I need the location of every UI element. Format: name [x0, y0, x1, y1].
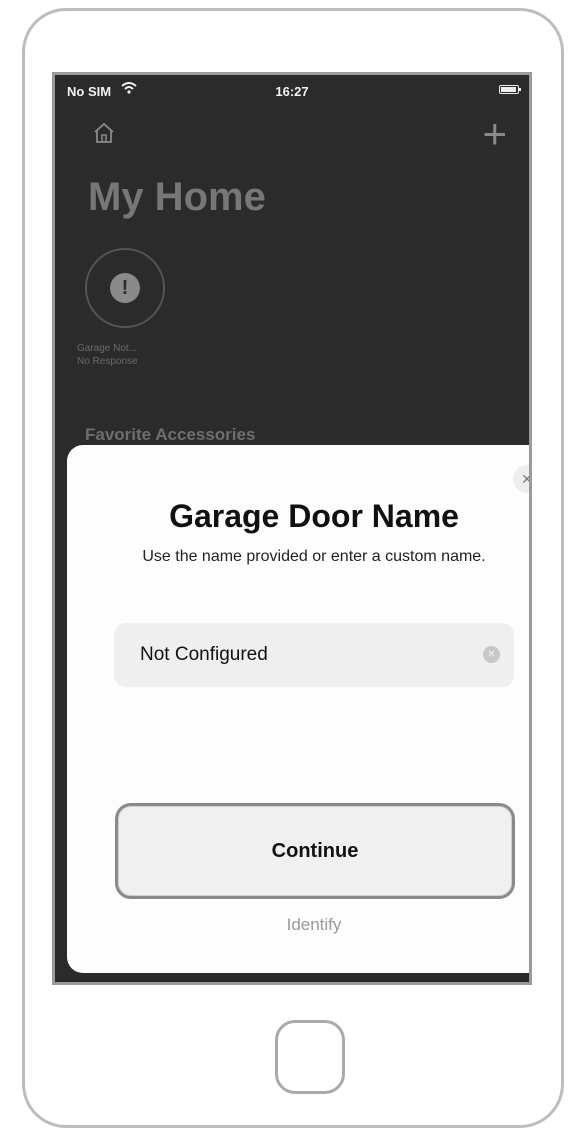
continue-button[interactable]: Continue [115, 803, 515, 899]
clear-icon[interactable]: ✕ [483, 646, 500, 663]
sheet-subtitle: Use the name provided or enter a custom … [142, 548, 486, 565]
accessory-name: Garage Not... [77, 343, 138, 354]
close-icon[interactable]: ✕ [513, 465, 529, 493]
status-time: 16:27 [275, 84, 309, 99]
name-sheet: ✕ Garage Door Name Use the name provided… [67, 445, 529, 973]
add-icon[interactable]: + [482, 113, 507, 155]
sheet-title: Garage Door Name [169, 498, 459, 534]
identify-link[interactable]: Identify [67, 915, 529, 935]
name-field: ✕ [114, 623, 514, 687]
accessory-status: No Response [77, 356, 138, 367]
favorite-accessories-heading: Favorite Accessories [85, 425, 256, 444]
battery-icon [499, 85, 521, 94]
accessory-tile[interactable]: ! Garage Not... No Response [77, 248, 187, 368]
home-icon[interactable] [93, 122, 115, 144]
status-bar: No SIM 16:27 [55, 75, 529, 103]
alert-icon: ! [110, 273, 140, 303]
home-button[interactable] [275, 1020, 345, 1094]
name-input[interactable] [140, 623, 470, 687]
device-screen: No SIM 16:27 + My Home ! Garage Not... N… [52, 72, 532, 985]
home-title: My Home [88, 175, 266, 219]
accessory-ring: ! [85, 248, 165, 328]
